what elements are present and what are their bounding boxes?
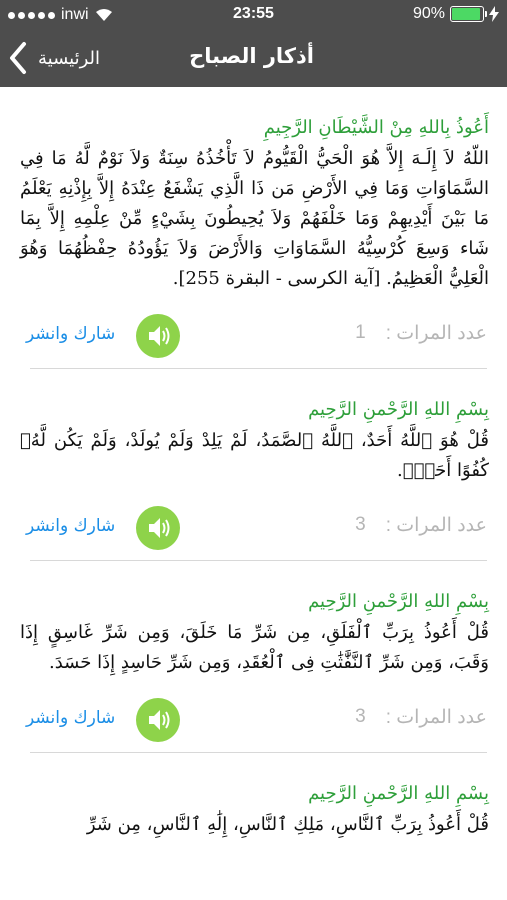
zikr-card: بِسْمِ اللهِ الرَّحْمنِ الرَّحِيم قُلْ أ… bbox=[0, 561, 507, 753]
azkar-list[interactable]: أَعُوذُ بِاللهِ مِنْ الشَّيْطَانِ الرَّج… bbox=[0, 87, 507, 900]
repeat-count-label: عدد المرات : bbox=[385, 323, 487, 344]
zikr-footer: عدد المرات : 1 شارك وانشر bbox=[10, 304, 497, 368]
repeat-count-value: 3 bbox=[355, 514, 366, 535]
zikr-heading: أَعُوذُ بِاللهِ مِنْ الشَّيْطَانِ الرَّج… bbox=[263, 117, 489, 138]
page-title: أذكار الصباح bbox=[189, 44, 314, 68]
repeat-count-value: 3 bbox=[355, 706, 366, 727]
share-link[interactable]: شارك وانشر bbox=[26, 516, 115, 536]
status-bar: inwi 23:55 90% bbox=[0, 0, 507, 30]
share-link[interactable]: شارك وانشر bbox=[26, 708, 115, 728]
zikr-card: بِسْمِ اللهِ الرَّحْمنِ الرَّحِيم قُلْ ه… bbox=[0, 369, 507, 561]
back-label: الرئيسية bbox=[38, 47, 100, 69]
repeat-count-label: عدد المرات : bbox=[385, 515, 487, 536]
back-button[interactable]: الرئيسية bbox=[8, 38, 100, 78]
share-link[interactable]: شارك وانشر bbox=[26, 324, 115, 344]
speaker-icon[interactable] bbox=[136, 506, 180, 550]
charging-icon bbox=[489, 6, 499, 22]
battery-percent: 90% bbox=[412, 5, 445, 22]
zikr-footer: عدد المرات : 3 شارك وانشر bbox=[10, 496, 497, 560]
zikr-text: قُلْ أَعُوذُ بِرَبِّ ٱلْفَلَقِ، مِن شَرِ… bbox=[20, 622, 489, 673]
zikr-text: اللّهُ لاَ إِلَـهَ إِلاَّ هُوَ الْحَيُّ … bbox=[20, 148, 489, 289]
zikr-text: قُلْ هُوَ ٱللَّهُ أَحَدٌ، ٱللَّهُ ٱلصَّم… bbox=[20, 430, 489, 481]
repeat-count: عدد المرات : 3 bbox=[355, 706, 487, 729]
zikr-card: أَعُوذُ بِاللهِ مِنْ الشَّيْطَانِ الرَّج… bbox=[0, 87, 507, 369]
navigation-bar: الرئيسية أذكار الصباح bbox=[0, 30, 507, 87]
battery-icon bbox=[450, 6, 487, 22]
zikr-footer: عدد المرات : 3 شارك وانشر bbox=[10, 688, 497, 752]
repeat-count-value: 1 bbox=[355, 322, 366, 343]
zikr-heading: بِسْمِ اللهِ الرَّحْمنِ الرَّحِيم bbox=[308, 399, 489, 420]
repeat-count-label: عدد المرات : bbox=[385, 707, 487, 728]
chevron-left-icon bbox=[10, 42, 26, 74]
repeat-count: عدد المرات : 1 bbox=[355, 322, 487, 345]
top-bar: inwi 23:55 90% الرئيسية أذكار الصباح bbox=[0, 0, 507, 87]
zikr-heading: بِسْمِ اللهِ الرَّحْمنِ الرَّحِيم bbox=[308, 591, 489, 612]
zikr-card: بِسْمِ اللهِ الرَّحْمنِ الرَّحِيم قُلْ أ… bbox=[0, 753, 507, 840]
speaker-icon[interactable] bbox=[136, 698, 180, 742]
zikr-heading: بِسْمِ اللهِ الرَّحْمنِ الرَّحِيم bbox=[308, 783, 489, 804]
repeat-count: عدد المرات : 3 bbox=[355, 514, 487, 537]
zikr-text: قُلْ أَعُوذُ بِرَبِّ ٱلنَّاسِ، مَلِكِ ٱل… bbox=[86, 814, 489, 835]
speaker-icon[interactable] bbox=[136, 314, 180, 358]
